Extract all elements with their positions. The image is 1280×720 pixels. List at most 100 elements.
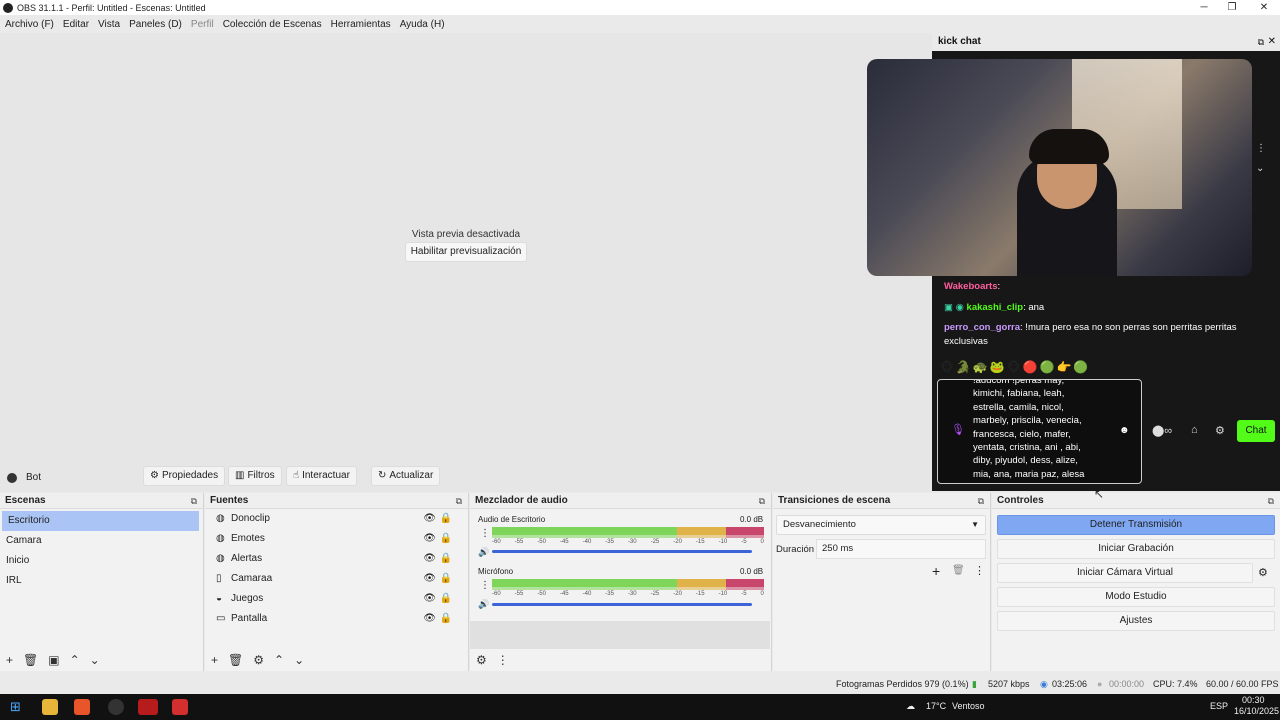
settings-button[interactable]: Ajustes xyxy=(997,611,1275,631)
virtual-camera-settings-icon[interactable]: ⚙ xyxy=(1258,566,1268,579)
up-icon[interactable]: ⌃ xyxy=(274,653,284,667)
lock-icon[interactable]: 🔒 xyxy=(440,609,452,629)
undock-icon[interactable]: ⧉ xyxy=(456,493,462,509)
eye-icon[interactable]: 👁 xyxy=(423,549,436,569)
source-item[interactable]: ◍ Donoclip 👁 🔒 xyxy=(205,509,468,529)
lock-icon[interactable]: 🔒 xyxy=(440,509,452,529)
add-icon[interactable]: + xyxy=(211,653,218,667)
undock-icon[interactable]: ⧉ xyxy=(191,493,197,509)
more-icon[interactable]: ⋮ xyxy=(497,653,509,667)
emoji-icon[interactable]: ☻ xyxy=(1119,424,1130,437)
clock-date[interactable]: 16/10/2025 xyxy=(1234,706,1279,716)
gear-icon[interactable]: ⚙ xyxy=(253,653,264,667)
trash-icon[interactable]: 🗑 xyxy=(952,565,965,576)
start-recording-button[interactable]: Iniciar Grabación xyxy=(997,539,1275,559)
more-icon[interactable]: ⋮ xyxy=(480,528,490,539)
undock-icon[interactable]: ⧉ xyxy=(978,493,984,509)
brave-browser-icon[interactable] xyxy=(74,699,90,715)
eye-icon[interactable]: 👁 xyxy=(423,609,436,629)
source-item[interactable]: ◒ Juegos 👁 🔒 xyxy=(205,589,468,609)
store-icon[interactable]: ⌂ xyxy=(1191,424,1198,436)
scene-item[interactable]: Escritorio xyxy=(2,511,199,531)
chat-username[interactable]: Wakeboarts xyxy=(944,281,998,292)
chevron-down-icon[interactable]: ⌄ xyxy=(1256,163,1264,174)
duration-input[interactable]: 250 ms xyxy=(816,539,986,559)
more-icon[interactable]: ⋮ xyxy=(480,580,490,591)
source-item[interactable]: ◍ Alertas 👁 🔒 xyxy=(205,549,468,569)
chevron-down-icon: ▼ xyxy=(971,520,979,529)
obs-taskbar-icon[interactable] xyxy=(108,699,124,715)
source-item[interactable]: ◍ Emotes 👁 🔒 xyxy=(205,529,468,549)
refresh-button[interactable]: ↻ Actualizar xyxy=(371,466,441,486)
add-transition-icon[interactable]: + xyxy=(932,563,940,579)
points-icon[interactable]: ⬤∞ xyxy=(1152,424,1172,437)
chat-settings-icon[interactable]: ⚙ xyxy=(1215,424,1225,437)
stop-streaming-button[interactable]: Detener Transmisión xyxy=(997,515,1275,535)
speaker-icon[interactable]: 🔊 xyxy=(478,599,489,610)
start-virtual-camera-button[interactable]: Iniciar Cámara Virtual xyxy=(997,563,1253,583)
mixer-settings-icon[interactable]: ⚙ xyxy=(476,653,487,667)
mic-volume-slider[interactable] xyxy=(492,603,752,606)
speaker-icon[interactable]: 🔊 xyxy=(478,547,489,558)
lock-icon[interactable]: 🔒 xyxy=(440,569,452,589)
down-icon[interactable]: ⌄ xyxy=(294,653,304,667)
menu-coleccion-escenas[interactable]: Colección de Escenas xyxy=(219,19,326,30)
menu-perfil[interactable]: Perfil xyxy=(187,19,218,30)
menu-paneles[interactable]: Paneles (D) xyxy=(125,19,186,30)
file-explorer-icon[interactable] xyxy=(42,699,58,715)
add-icon[interactable]: + xyxy=(6,653,13,667)
menu-herramientas[interactable]: Herramientas xyxy=(327,19,395,30)
voicemeeter-icon[interactable] xyxy=(138,699,158,715)
eye-icon[interactable]: 👁 xyxy=(423,589,436,609)
down-icon[interactable]: ⌄ xyxy=(90,653,100,667)
undock-icon[interactable]: ⧉ xyxy=(1268,493,1274,509)
microphone-icon[interactable]: 🎙 xyxy=(951,424,965,437)
transition-select[interactable]: Desvanecimiento ▼ xyxy=(776,515,986,535)
eye-icon[interactable]: 👁 xyxy=(423,569,436,589)
lock-icon[interactable]: 🔒 xyxy=(440,529,452,549)
undock-icon[interactable]: ⧉ xyxy=(1258,33,1264,51)
eye-icon[interactable]: 👁 xyxy=(423,529,436,549)
close-icon[interactable]: ✕ xyxy=(1268,33,1276,51)
undock-icon[interactable]: ⧉ xyxy=(759,493,765,509)
chat-username[interactable]: kakashi_clip xyxy=(967,302,1024,313)
lock-icon[interactable]: 🔒 xyxy=(440,589,452,609)
meter-tick: -15 xyxy=(695,591,705,597)
filters-button[interactable]: ▥ Filtros xyxy=(228,466,282,486)
filters-icon[interactable]: ▣ xyxy=(48,653,59,667)
more-vertical-icon[interactable]: ⋮ xyxy=(1256,143,1266,154)
source-item[interactable]: ▭ Pantalla 👁 🔒 xyxy=(205,609,468,629)
windows-start-icon[interactable]: ⊞ xyxy=(10,699,26,715)
trash-icon[interactable]: 🗑 xyxy=(228,653,243,667)
scene-item[interactable]: Camara xyxy=(0,531,203,551)
studio-mode-button[interactable]: Modo Estudio xyxy=(997,587,1275,607)
more-icon[interactable]: ⋮ xyxy=(974,564,985,577)
scene-item[interactable]: IRL xyxy=(0,571,203,591)
menu-ayuda[interactable]: Ayuda (H) xyxy=(396,19,449,30)
chat-input[interactable]: !addcom !perras may, kimichi, fabiana, l… xyxy=(937,379,1142,484)
lock-icon[interactable]: 🔒 xyxy=(440,549,452,569)
enable-preview-button[interactable]: Habilitar previsualización xyxy=(405,242,527,262)
send-chat-button[interactable]: Chat xyxy=(1237,420,1275,442)
menu-vista[interactable]: Vista xyxy=(94,19,124,30)
interact-button[interactable]: ☝ Interactuar xyxy=(286,466,357,486)
scene-item[interactable]: Inicio xyxy=(0,551,203,571)
emote-picker-row[interactable]: 🐵🐊🐢🐸🐵🔴🟢👉🟢 xyxy=(940,360,1090,374)
menu-archivo[interactable]: Archivo (F) xyxy=(1,19,58,30)
source-item[interactable]: ▯ Camaraa 👁 🔒 xyxy=(205,569,468,589)
app-icon[interactable] xyxy=(172,699,188,715)
desktop-audio-meter xyxy=(492,527,764,535)
language[interactable]: ESP xyxy=(1210,701,1228,711)
properties-button[interactable]: ⚙ Propiedades xyxy=(143,466,226,486)
clock-time[interactable]: 00:30 xyxy=(1242,695,1265,705)
maximize-button[interactable]: ❐ xyxy=(1216,0,1248,15)
chat-username[interactable]: perro_con_gorra xyxy=(944,322,1020,333)
source-toolbar: Bot xyxy=(0,465,932,492)
desktop-volume-slider[interactable] xyxy=(492,550,752,553)
menu-editar[interactable]: Editar xyxy=(59,19,93,30)
eye-icon[interactable]: 👁 xyxy=(423,509,436,529)
close-window-button[interactable]: ✕ xyxy=(1248,0,1280,15)
trash-icon[interactable]: 🗑 xyxy=(23,653,38,667)
meter-tick: -45 xyxy=(559,591,569,597)
up-icon[interactable]: ⌃ xyxy=(70,653,80,667)
